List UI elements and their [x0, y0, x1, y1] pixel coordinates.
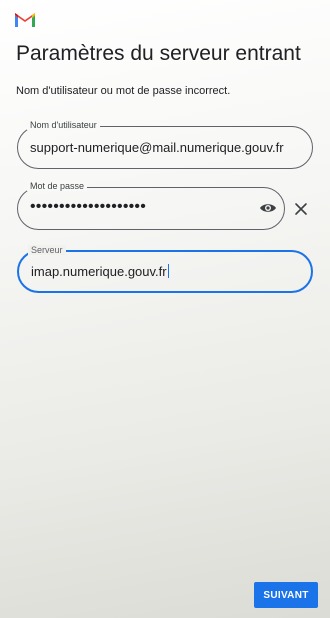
page-title: Paramètres du serveur entrant: [16, 42, 301, 65]
username-field[interactable]: Nom d'utilisateur support-numerique@mail…: [17, 120, 313, 169]
password-label: Mot de passe: [27, 181, 88, 191]
close-icon[interactable]: [294, 202, 308, 216]
next-button[interactable]: SUIVANT: [254, 582, 318, 608]
server-value: imap.numerique.gouv.fr: [31, 264, 167, 279]
error-message: Nom d'utilisateur ou mot de passe incorr…: [16, 85, 231, 97]
server-field[interactable]: Serveur imap.numerique.gouv.fr: [17, 245, 313, 293]
gmail-logo-icon: [14, 12, 36, 28]
password-field[interactable]: Mot de passe ••••••••••••••••••••: [17, 181, 285, 230]
username-value[interactable]: support-numerique@mail.numerique.gouv.fr: [30, 140, 284, 155]
password-value[interactable]: ••••••••••••••••••••: [30, 198, 146, 216]
eye-icon[interactable]: [259, 201, 277, 215]
text-caret: [167, 264, 169, 278]
server-input[interactable]: imap.numerique.gouv.fr: [31, 264, 169, 279]
server-label: Serveur: [28, 245, 66, 255]
username-label: Nom d'utilisateur: [27, 120, 100, 130]
